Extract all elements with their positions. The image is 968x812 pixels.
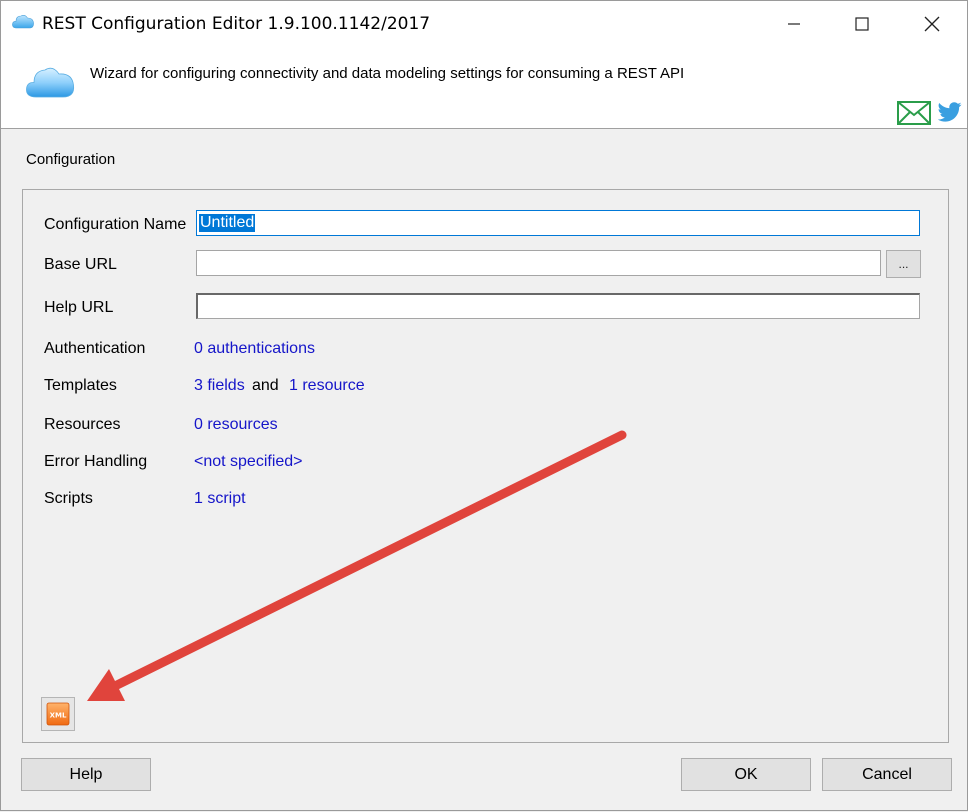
templates-and-text: and	[252, 377, 279, 394]
section-title: Configuration	[26, 151, 116, 168]
resources-link[interactable]: 0 resources	[194, 416, 278, 434]
error-handling-link[interactable]: <not specified>	[194, 453, 303, 471]
help-button[interactable]: Help	[21, 758, 151, 791]
maximize-button[interactable]	[839, 1, 885, 47]
scripts-label: Scripts	[44, 490, 93, 507]
error-handling-label: Error Handling	[44, 453, 148, 470]
close-button[interactable]	[909, 1, 955, 47]
authentication-link[interactable]: 0 authentications	[194, 340, 315, 358]
config-name-value: Untitled	[199, 214, 256, 232]
templates-label: Templates	[44, 377, 117, 394]
cloud-icon	[12, 15, 34, 29]
templates-fields-link[interactable]: 3 fields	[194, 377, 245, 395]
authentication-label: Authentication	[44, 340, 146, 357]
window-title: REST Configuration Editor 1.9.100.1142/2…	[42, 14, 431, 34]
templates-resource-link[interactable]: 1 resource	[289, 377, 365, 395]
wizard-description: Wizard for configuring connectivity and …	[90, 65, 685, 82]
base-url-input[interactable]	[196, 250, 881, 276]
cloud-icon	[26, 67, 75, 98]
base-url-label: Base URL	[44, 256, 117, 273]
browse-button[interactable]: ...	[886, 250, 921, 278]
minimize-icon	[788, 23, 800, 25]
minimize-button[interactable]	[771, 1, 817, 47]
close-icon	[924, 16, 940, 32]
title-bar: REST Configuration Editor 1.9.100.1142/2…	[1, 1, 967, 47]
config-name-input[interactable]: Untitled	[196, 210, 920, 236]
ok-button[interactable]: OK	[681, 758, 811, 791]
help-url-label: Help URL	[44, 299, 114, 316]
xml-view-button[interactable]: XML	[41, 697, 75, 731]
twitter-icon[interactable]	[938, 101, 962, 123]
wizard-header: Wizard for configuring connectivity and …	[1, 47, 967, 129]
configuration-panel: Configuration Name Untitled Base URL ...…	[22, 189, 949, 743]
dialog-window: REST Configuration Editor 1.9.100.1142/2…	[0, 0, 968, 811]
mail-icon[interactable]	[897, 101, 931, 125]
help-url-input[interactable]	[196, 293, 920, 319]
scripts-link[interactable]: 1 script	[194, 490, 246, 508]
xml-icon: XML	[46, 702, 70, 726]
cancel-button[interactable]: Cancel	[822, 758, 952, 791]
resources-label: Resources	[44, 416, 121, 433]
xml-icon-text: XML	[50, 712, 67, 720]
maximize-icon	[855, 17, 869, 31]
config-name-label: Configuration Name	[44, 216, 187, 233]
